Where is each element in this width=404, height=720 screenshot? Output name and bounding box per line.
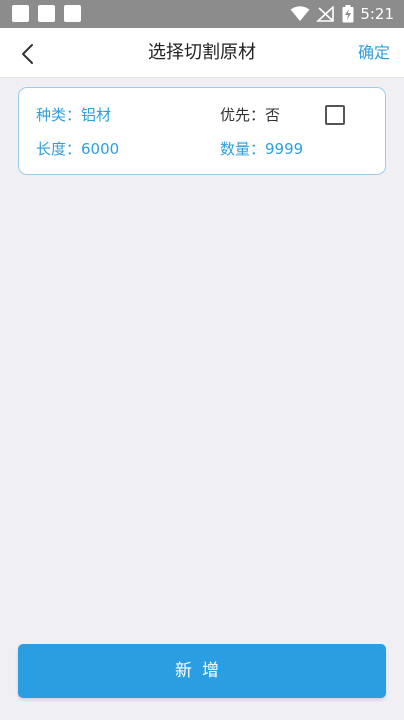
length-field: 长度：6000	[36, 139, 119, 159]
type-value: 铝材	[81, 106, 112, 124]
quantity-field: 数量：9999	[220, 139, 303, 159]
quantity-label: 数量：	[220, 140, 266, 158]
priority-label: 优先：	[220, 106, 266, 124]
priority-value: 否	[265, 106, 281, 124]
clock: 5:21	[360, 5, 394, 23]
priority-checkbox[interactable]	[325, 105, 345, 125]
notification-icon	[38, 5, 55, 22]
wifi-icon	[290, 6, 310, 21]
length-label: 长度：	[36, 140, 82, 158]
status-bar: 5:21	[0, 0, 404, 28]
battery-charging-icon	[342, 5, 354, 23]
confirm-button[interactable]: 确定	[358, 28, 390, 78]
priority-field: 优先：否	[220, 105, 280, 125]
material-card[interactable]: 种类：铝材 优先：否 长度：6000 数量：9999	[18, 87, 386, 175]
type-field: 种类：铝材	[36, 105, 111, 125]
quantity-value: 9999	[265, 140, 304, 158]
no-signal-icon	[316, 6, 335, 22]
status-icons: 5:21	[290, 0, 394, 28]
page-title: 选择切割原材	[148, 42, 256, 63]
length-value: 6000	[81, 140, 120, 158]
type-label: 种类：	[36, 106, 82, 124]
add-button[interactable]: 新增	[18, 644, 386, 698]
notification-icon	[64, 5, 81, 22]
nav-bar: 选择切割原材 确定	[0, 28, 404, 78]
notification-icon	[12, 5, 29, 22]
